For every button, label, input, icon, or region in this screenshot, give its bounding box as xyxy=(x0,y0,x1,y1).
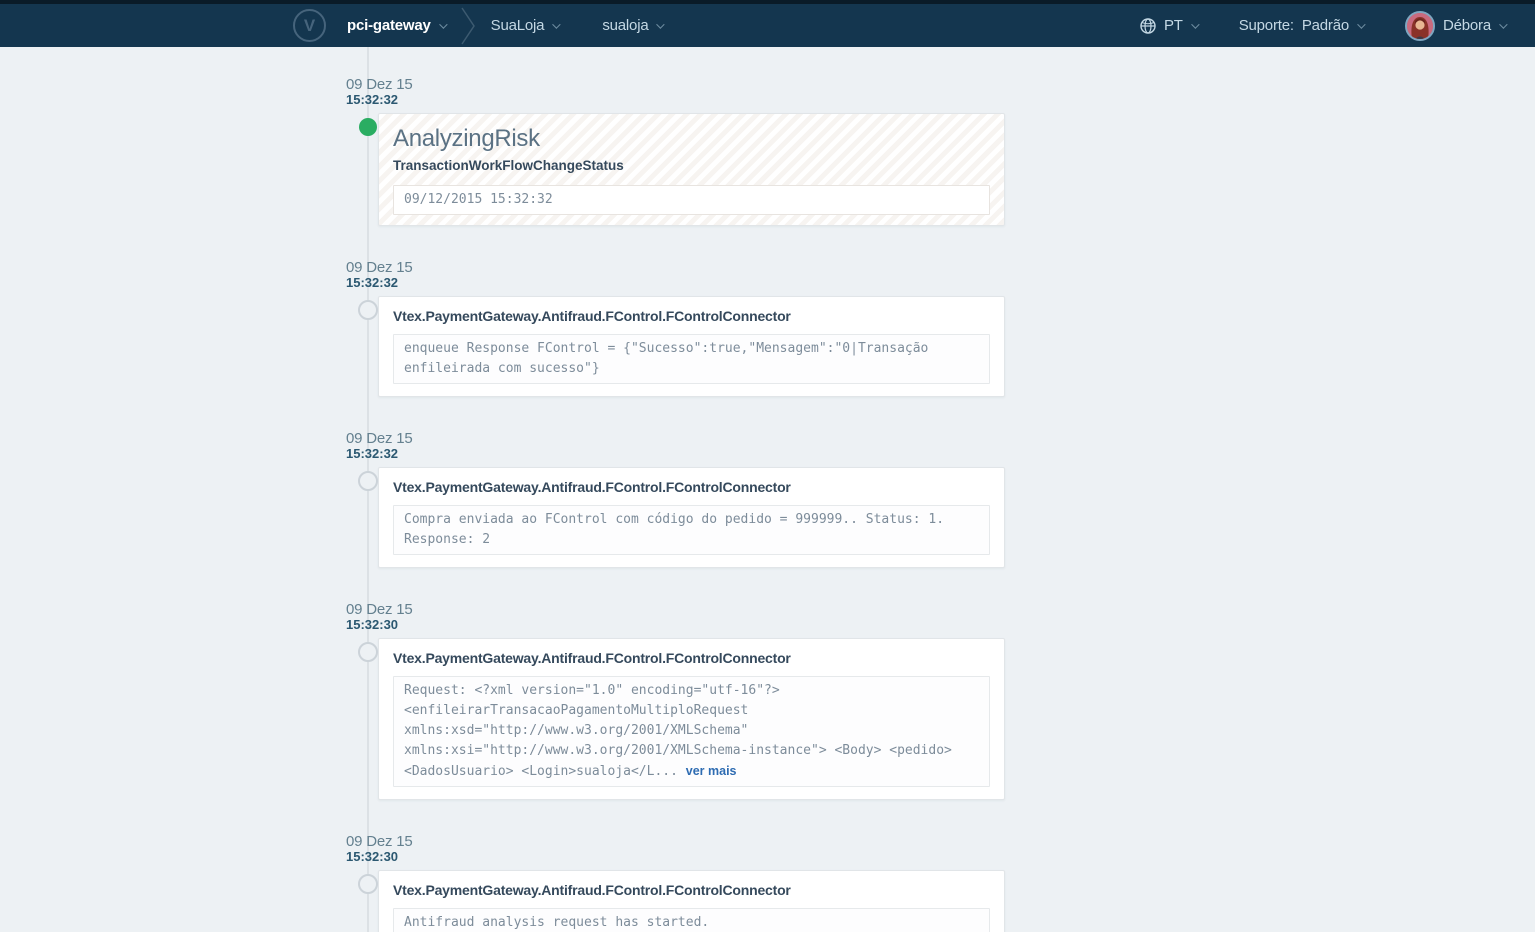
chevron-down-icon xyxy=(552,20,560,28)
entry-date: 09 Dez 15 xyxy=(346,431,1005,447)
status-card: AnalyzingRisk TransactionWorkFlowChangeS… xyxy=(378,113,1005,226)
event-circle-icon xyxy=(358,642,378,662)
breadcrumb-account-selector[interactable]: SuaLoja xyxy=(491,17,559,34)
chevron-down-icon xyxy=(657,20,665,28)
support-selector[interactable]: Suporte: Padrão xyxy=(1239,17,1363,34)
entry-time: 15:32:32 xyxy=(346,276,1005,290)
entry-date: 09 Dez 15 xyxy=(346,834,1005,850)
chevron-down-icon xyxy=(1191,20,1199,28)
language-selector[interactable]: PT xyxy=(1140,17,1197,34)
log-message-box: enqueue Response FControl = {"Sucesso":t… xyxy=(393,334,990,384)
log-message-box: Antifraud analysis request has started. xyxy=(393,908,990,932)
log-message-box: Compra enviada ao FControl com código do… xyxy=(393,505,990,555)
entry-date: 09 Dez 15 xyxy=(346,77,1005,93)
breadcrumb-account-label: SuaLoja xyxy=(491,17,545,34)
chevron-down-icon xyxy=(439,20,447,28)
language-label: PT xyxy=(1164,17,1183,34)
entry-time: 15:32:30 xyxy=(346,618,1005,632)
breadcrumb-separator-icon xyxy=(461,7,477,45)
entry-time: 15:32:32 xyxy=(346,447,1005,461)
globe-icon xyxy=(1140,18,1156,34)
breadcrumb-app-selector[interactable]: pci-gateway xyxy=(347,17,445,34)
timeline-entry-log: 09 Dez 15 15:32:32 Vtex.PaymentGateway.A… xyxy=(346,431,1005,568)
navbar-right-group: PT Suporte: Padrão Débora xyxy=(1140,11,1535,41)
entry-date: 09 Dez 15 xyxy=(346,260,1005,276)
vtex-logo-icon[interactable]: V xyxy=(293,9,326,42)
status-title: AnalyzingRisk xyxy=(393,126,990,152)
entry-time: 15:32:30 xyxy=(346,850,1005,864)
user-menu[interactable]: Débora xyxy=(1405,11,1505,41)
log-card: Vtex.PaymentGateway.Antifraud.FControl.F… xyxy=(378,296,1005,397)
timeline-entry-log: 09 Dez 15 15:32:30 Vtex.PaymentGateway.A… xyxy=(346,602,1005,800)
entry-datetime: 09 Dez 15 15:32:32 xyxy=(346,77,1005,107)
support-value: Padrão xyxy=(1302,17,1349,34)
top-navbar: V pci-gateway SuaLoja sualoja PT xyxy=(0,0,1535,47)
entry-datetime: 09 Dez 15 15:32:30 xyxy=(346,602,1005,632)
entry-datetime: 09 Dez 15 15:32:32 xyxy=(346,260,1005,290)
status-green-dot-icon xyxy=(359,118,377,136)
log-card: Vtex.PaymentGateway.Antifraud.FControl.F… xyxy=(378,467,1005,568)
event-circle-icon xyxy=(358,300,378,320)
log-source-title: Vtex.PaymentGateway.Antifraud.FControl.F… xyxy=(393,309,990,324)
log-message-box: 09/12/2015 15:32:32 xyxy=(393,185,990,215)
log-card: Vtex.PaymentGateway.Antifraud.FControl.F… xyxy=(378,870,1005,932)
entry-datetime: 09 Dez 15 15:32:30 xyxy=(346,834,1005,864)
vtex-logo-letter: V xyxy=(304,16,315,36)
event-circle-icon xyxy=(358,471,378,491)
timeline-entry-status: 09 Dez 15 15:32:32 AnalyzingRisk Transac… xyxy=(346,77,1005,226)
log-source-title: Vtex.PaymentGateway.Antifraud.FControl.F… xyxy=(393,480,990,495)
entry-date: 09 Dez 15 xyxy=(346,602,1005,618)
entry-time: 15:32:32 xyxy=(346,93,1005,107)
timeline-entry-log: 09 Dez 15 15:32:32 Vtex.PaymentGateway.A… xyxy=(346,260,1005,397)
timeline-entry-log: 09 Dez 15 15:32:30 Vtex.PaymentGateway.A… xyxy=(346,834,1005,932)
log-source-title: Vtex.PaymentGateway.Antifraud.FControl.F… xyxy=(393,883,990,898)
log-source-title: Vtex.PaymentGateway.Antifraud.FControl.F… xyxy=(393,651,990,666)
entry-datetime: 09 Dez 15 15:32:32 xyxy=(346,431,1005,461)
breadcrumb-store-selector[interactable]: sualoja xyxy=(602,17,662,34)
log-message-box: Request: <?xml version="1.0" encoding="u… xyxy=(393,676,990,787)
log-message: Compra enviada ao FControl com código do… xyxy=(404,512,944,547)
breadcrumb-store-label: sualoja xyxy=(602,17,648,34)
user-name: Débora xyxy=(1443,17,1491,34)
event-circle-icon xyxy=(358,874,378,894)
log-message: Request: <?xml version="1.0" encoding="u… xyxy=(404,683,952,779)
ver-mais-link[interactable]: ver mais xyxy=(686,764,737,778)
log-card: Vtex.PaymentGateway.Antifraud.FControl.F… xyxy=(378,638,1005,800)
transaction-event-timeline: 09 Dez 15 15:32:32 AnalyzingRisk Transac… xyxy=(0,47,1535,932)
chevron-down-icon xyxy=(1499,20,1507,28)
log-message: enqueue Response FControl = {"Sucesso":t… xyxy=(404,341,928,376)
status-subtitle: TransactionWorkFlowChangeStatus xyxy=(393,159,990,173)
chevron-down-icon xyxy=(1357,20,1365,28)
log-message: 09/12/2015 15:32:32 xyxy=(404,192,553,207)
support-label: Suporte: xyxy=(1239,17,1294,34)
log-message: Antifraud analysis request has started. xyxy=(404,915,709,930)
breadcrumb-app-label: pci-gateway xyxy=(347,17,431,34)
user-avatar xyxy=(1405,11,1435,41)
